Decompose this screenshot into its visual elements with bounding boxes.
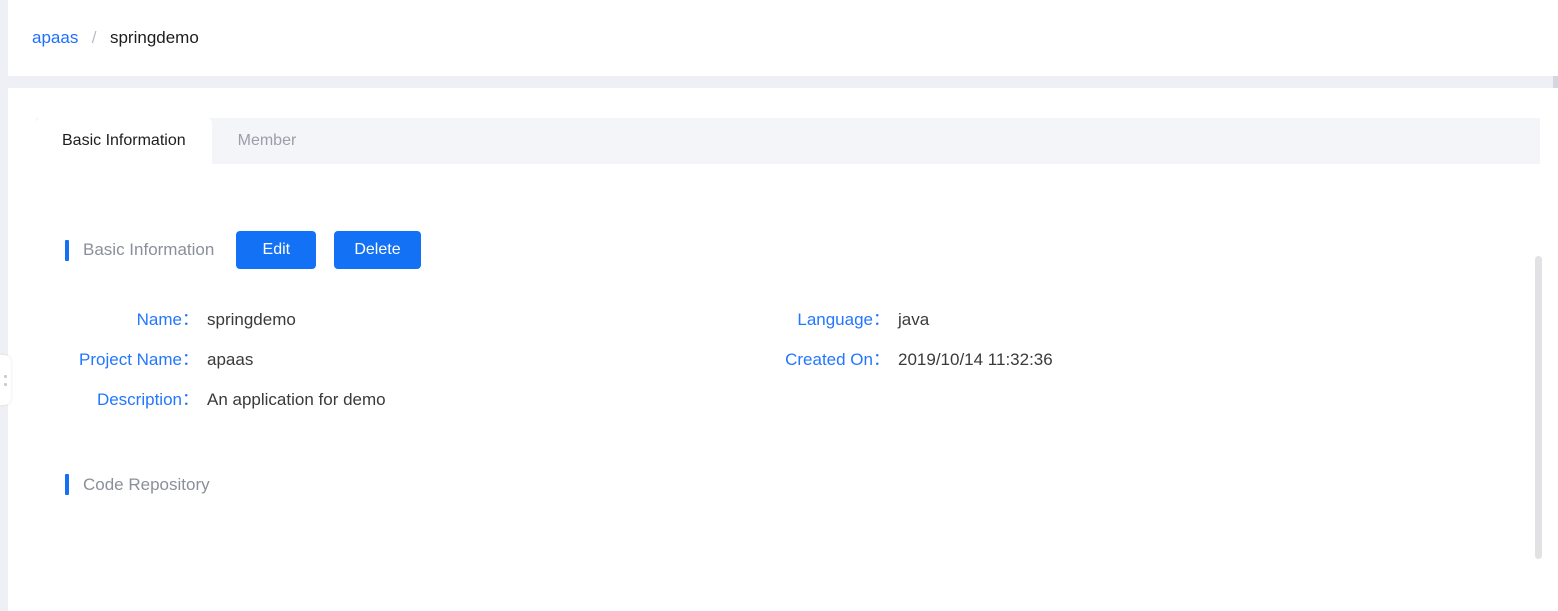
field-created-on-label: Created On bbox=[785, 350, 873, 369]
basic-information-section-title: Basic Information bbox=[83, 240, 215, 259]
section-accent-bar-icon bbox=[65, 474, 69, 495]
field-project-name: Project Name： apaas bbox=[34, 345, 253, 370]
content-scrollbar[interactable] bbox=[1535, 256, 1542, 559]
tab-member-label: Member bbox=[237, 132, 297, 149]
field-language-value: java bbox=[898, 310, 930, 329]
field-name-label: Name bbox=[136, 310, 182, 329]
left-gutter bbox=[0, 0, 8, 611]
tab-basic-information[interactable]: Basic Information bbox=[36, 118, 212, 164]
edit-basic-information-button[interactable]: Edit bbox=[236, 231, 317, 269]
breadcrumb-current-springdemo: springdemo bbox=[109, 28, 199, 47]
field-row-3: Description： An application for demo bbox=[8, 385, 1558, 425]
breadcrumb-separator: / bbox=[91, 28, 97, 47]
field-project-name-colon: ： bbox=[182, 350, 199, 369]
basic-information-fields: Name： springdemo Language： java Project … bbox=[8, 305, 1558, 425]
content-scrollbar-thumb[interactable] bbox=[1535, 256, 1542, 559]
code-repository-section-title: Code Repository bbox=[83, 474, 210, 494]
field-row-2: Project Name： apaas Created On： 2019/10/… bbox=[8, 345, 1558, 385]
handle-dot-icon bbox=[4, 382, 7, 386]
tab-bar: Basic Information Member bbox=[36, 118, 1540, 164]
tab-basic-information-label: Basic Information bbox=[62, 132, 186, 149]
field-created-on-value: 2019/10/14 11:32:36 bbox=[898, 350, 1053, 369]
delete-basic-information-button[interactable]: Delete bbox=[334, 231, 421, 269]
field-name-value: springdemo bbox=[207, 310, 296, 329]
field-created-on: Created On： 2019/10/14 11:32:36 bbox=[760, 345, 1053, 370]
field-project-name-value: apaas bbox=[207, 350, 254, 369]
field-description: Description： An application for demo bbox=[34, 385, 386, 410]
breadcrumb-link-apaas[interactable]: apaas bbox=[32, 28, 78, 47]
tab-member[interactable]: Member bbox=[212, 118, 323, 164]
breadcrumb: apaas / springdemo bbox=[32, 28, 199, 48]
field-language: Language： java bbox=[773, 305, 929, 330]
field-language-colon: ： bbox=[873, 310, 890, 329]
code-repository-section-header: Code Repository bbox=[65, 474, 210, 495]
section-accent-bar-icon bbox=[65, 239, 69, 261]
basic-information-section-header: Basic Information Edit Delete bbox=[65, 231, 421, 269]
sidebar-collapse-handle[interactable] bbox=[0, 355, 11, 405]
tab-content-basic-information: Basic Information Edit Delete Name： spri… bbox=[8, 164, 1558, 611]
breadcrumb-bar: apaas / springdemo bbox=[8, 0, 1558, 76]
field-description-label: Description bbox=[96, 390, 182, 409]
field-project-name-label: Project Name bbox=[79, 350, 182, 369]
handle-dot-icon bbox=[4, 374, 7, 378]
field-name: Name： springdemo bbox=[34, 305, 296, 330]
field-row-1: Name： springdemo Language： java bbox=[8, 305, 1558, 345]
field-name-colon: ： bbox=[182, 310, 199, 329]
field-description-colon: ： bbox=[182, 390, 199, 409]
field-language-label: Language bbox=[797, 310, 873, 329]
main-panel: Basic Information Member Basic Informati… bbox=[8, 88, 1558, 611]
field-created-on-colon: ： bbox=[873, 350, 890, 369]
field-description-value: An application for demo bbox=[207, 390, 386, 409]
